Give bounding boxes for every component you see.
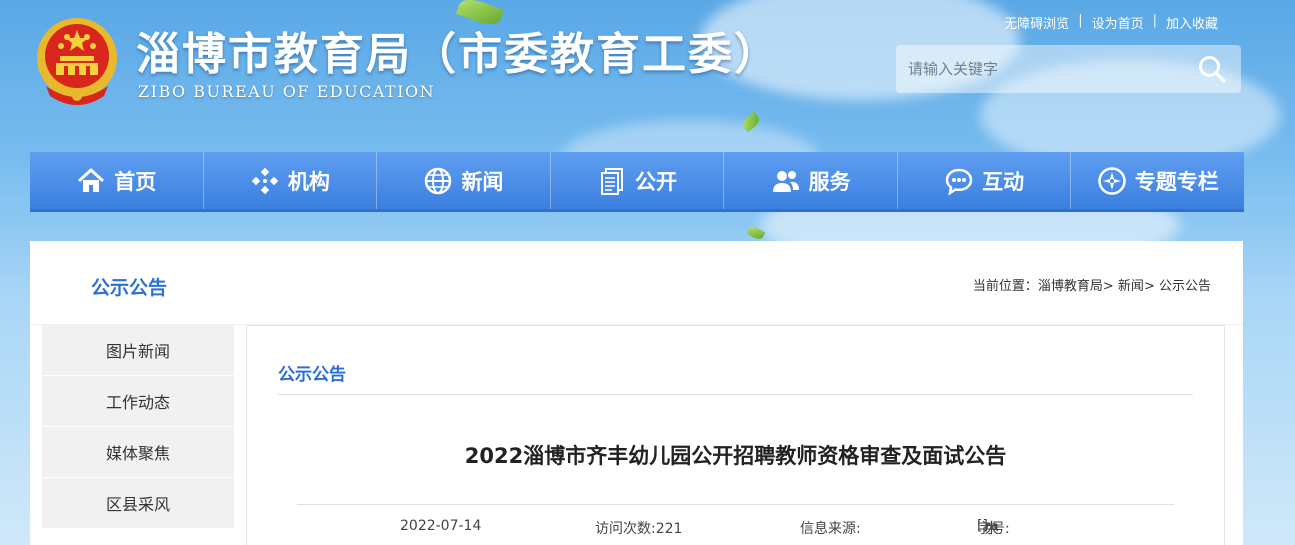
document-icon (601, 167, 624, 195)
font-size-small[interactable]: 小 (982, 518, 1000, 538)
breadcrumb-current[interactable]: 公示公告 (1159, 279, 1211, 294)
search-box (896, 45, 1241, 93)
nav-news[interactable]: 新闻 (377, 152, 551, 209)
globe-icon (425, 167, 452, 194)
add-favorite-link[interactable]: 加入收藏 (1157, 13, 1227, 32)
users-icon (772, 170, 799, 192)
accessibility-link[interactable]: 无障碍浏览 (995, 13, 1078, 32)
sidebar-item-work-updates[interactable]: 工作动态 (42, 376, 234, 427)
compass-icon (1098, 166, 1126, 195)
nav-special-topics[interactable]: 专题专栏 (1071, 152, 1244, 209)
sidebar-item-photo-news[interactable]: 图片新闻 (42, 325, 234, 376)
nav-organization[interactable]: 机构 (204, 152, 378, 209)
panel-header: 公示公告 当前位置：淄博教育局> 新闻> 公示公告 (30, 241, 1243, 325)
breadcrumb-news[interactable]: 新闻 (1118, 279, 1144, 294)
info-source: 信息来源: (800, 521, 861, 537)
search-icon (1199, 56, 1226, 83)
nav-label: 互动 (982, 169, 1025, 194)
main-nav: 首页 机构 新闻 公开 服务 互动 专题专栏 (30, 152, 1244, 212)
national-emblem-icon (37, 18, 117, 105)
content-panel: 公示公告 当前位置：淄博教育局> 新闻> 公示公告 图片新闻 工作动态 媒体聚焦… (30, 241, 1243, 545)
divider (278, 394, 1193, 395)
sidebar-item-district-reports[interactable]: 区县采风 (42, 478, 234, 529)
nav-label: 专题专栏 (1134, 169, 1219, 194)
nav-label: 首页 (114, 169, 157, 194)
breadcrumb-prefix: 当前位置： (972, 279, 1038, 294)
site-title: 淄博市教育局（市委教育工委） (136, 29, 780, 80)
section-title: 公示公告 (91, 277, 168, 299)
set-homepage-link[interactable]: 设为首页 (1083, 13, 1153, 32)
divider (297, 504, 1174, 505)
nav-public[interactable]: 公开 (551, 152, 725, 209)
breadcrumb: 当前位置：淄博教育局> 新闻> 公示公告 (973, 275, 1211, 294)
visit-count: 访问次数:221 (595, 521, 683, 537)
nav-label: 机构 (287, 169, 330, 194)
top-links: 无障碍浏览 | 设为首页 | 加入收藏 (995, 13, 1227, 32)
article-container: 公示公告 2022淄博市齐丰幼儿园公开招聘教师资格审查及面试公告 2022-07… (246, 325, 1225, 545)
article-title: 2022淄博市齐丰幼儿园公开招聘教师资格审查及面试公告 (464, 444, 1007, 468)
sidebar-item-media-focus[interactable]: 媒体聚焦 (42, 427, 234, 478)
nav-interaction[interactable]: 互动 (898, 152, 1072, 209)
nav-service[interactable]: 服务 (724, 152, 898, 209)
nav-label: 新闻 (461, 169, 504, 194)
article-category: 公示公告 (278, 365, 346, 385)
site-subtitle: ZIBO BUREAU OF EDUCATION (138, 82, 436, 101)
search-button[interactable] (1183, 45, 1241, 93)
nav-label: 服务 (808, 169, 851, 194)
home-icon (78, 168, 105, 192)
font-size-control: 字号:[大中小] (977, 518, 1010, 537)
breadcrumb-home[interactable]: 淄博教育局 (1038, 279, 1103, 294)
nav-home[interactable]: 首页 (30, 152, 204, 209)
org-icon (251, 167, 279, 194)
search-input[interactable] (896, 45, 1183, 93)
sidebar: 图片新闻 工作动态 媒体聚焦 区县采风 (42, 325, 234, 529)
breadcrumb-separator: > (1143, 279, 1155, 294)
nav-label: 公开 (635, 169, 678, 194)
breadcrumb-separator: > (1102, 279, 1114, 294)
chat-icon (945, 168, 973, 196)
publish-date: 2022-07-14 (400, 518, 482, 534)
link-separator: | (1152, 13, 1157, 28)
link-separator: | (1078, 13, 1083, 28)
